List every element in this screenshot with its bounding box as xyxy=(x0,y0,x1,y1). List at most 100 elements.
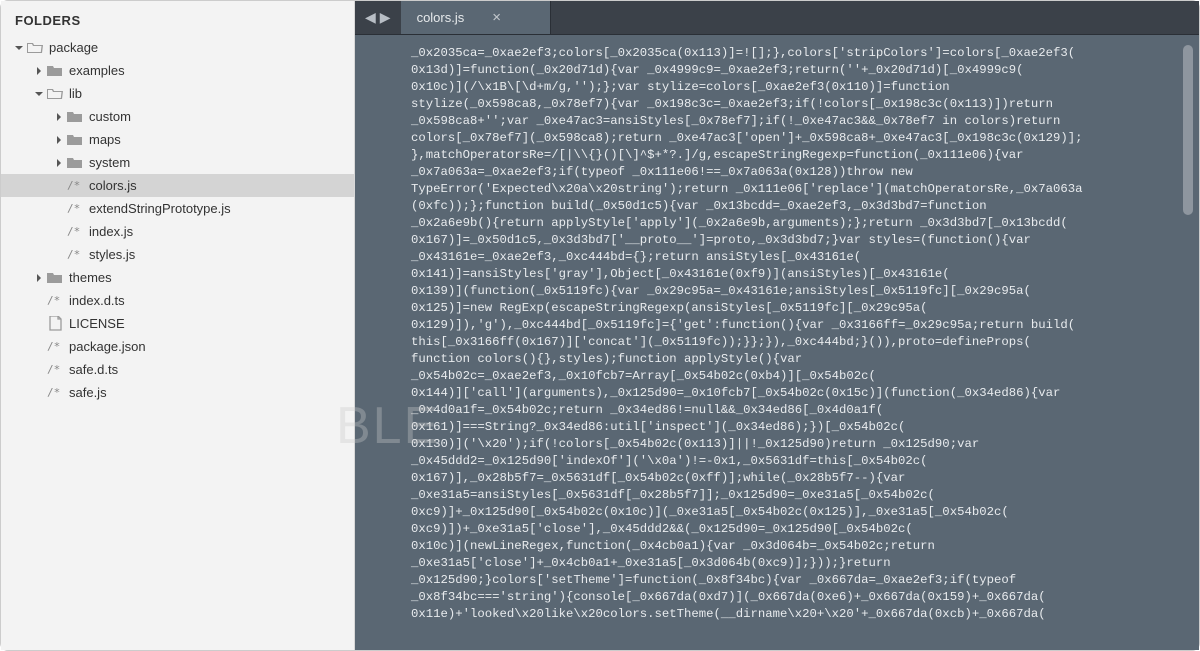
code-file-icon: /* xyxy=(47,294,65,307)
tree-item-index-d-ts[interactable]: /* index.d.ts xyxy=(1,289,354,312)
code-line: colors[_0x78ef7](_0x598ca8);return _0xe4… xyxy=(411,130,1199,147)
sidebar-header: FOLDERS xyxy=(1,1,354,36)
code-line: _0x7a063a=_0xae2ef3;if(typeof _0x111e06!… xyxy=(411,164,1199,181)
tree-item-system[interactable]: system xyxy=(1,151,354,174)
tree-item-themes[interactable]: themes xyxy=(1,266,354,289)
code-line: _0xe31a5['close']+_0x4cb0a1+_0xe31a5[_0x… xyxy=(411,555,1199,572)
code-line: 0x129)]),'g'),_0xc444bd[_0x5119fc]={'get… xyxy=(411,317,1199,334)
tab-colors-js[interactable]: colors.js × xyxy=(401,1,551,34)
folder-icon xyxy=(67,110,83,124)
code-line: 0xc9)])+_0xe31a5['close'],_0x45ddd2&&(_0… xyxy=(411,521,1199,538)
code-line: 0x11e)+'looked\x20like\x20colors.setThem… xyxy=(411,606,1199,623)
code-line: _0x125d90;}colors['setTheme']=function(_… xyxy=(411,572,1199,589)
code-file-icon: /* xyxy=(47,363,65,376)
tree-item-label: custom xyxy=(89,109,131,124)
tree-item-custom[interactable]: custom xyxy=(1,105,354,128)
tree-item-label: package.json xyxy=(69,339,146,354)
code-area[interactable]: _0x2035ca=_0xae2ef3;colors[_0x2035ca(0x1… xyxy=(355,35,1199,650)
code-line: _0x54b02c=_0xae2ef3,_0x10fcb7=Array[_0x5… xyxy=(411,368,1199,385)
tab-bar: ◀ ▶ colors.js × xyxy=(355,1,1199,35)
scrollbar-vertical[interactable] xyxy=(1183,45,1193,215)
code-line: 0x167)],_0x28b5f7=_0x5631df[_0x54b02c(0x… xyxy=(411,470,1199,487)
folder-icon xyxy=(47,271,63,285)
tab-title: colors.js xyxy=(417,10,465,25)
code-file-icon: /* xyxy=(47,386,65,399)
code-line: _0x8f34bc==='string'){console[_0x667da(0… xyxy=(411,589,1199,606)
tree-item-label: extendStringPrototype.js xyxy=(89,201,231,216)
tree-item-label: themes xyxy=(69,270,112,285)
code-file-icon: /* xyxy=(67,248,85,261)
code-line: 0x141)]=ansiStyles['gray'],Object[_0x431… xyxy=(411,266,1199,283)
code-line: _0x2035ca=_0xae2ef3;colors[_0x2035ca(0x1… xyxy=(411,45,1199,62)
editor-pane: ◀ ▶ colors.js × _0x2035ca=_0xae2ef3;colo… xyxy=(355,1,1199,650)
tree-item-label: lib xyxy=(69,86,82,101)
chevron-down-icon[interactable] xyxy=(13,42,25,54)
tree-item-label: system xyxy=(89,155,130,170)
code-line: 0x161)]===String?_0x34ed86:util['inspect… xyxy=(411,419,1199,436)
tree-item-label: LICENSE xyxy=(69,316,125,331)
chevron-right-icon[interactable] xyxy=(33,272,45,284)
code-line: TypeError('Expected\x20a\x20string');ret… xyxy=(411,181,1199,198)
chevron-right-icon[interactable] xyxy=(53,134,65,146)
code-line: 0x125)]=new RegExp(escapeStringRegexp(an… xyxy=(411,300,1199,317)
code-line: _0xe31a5=ansiStyles[_0x5631df[_0x28b5f7]… xyxy=(411,487,1199,504)
tree-item-package-json[interactable]: /* package.json xyxy=(1,335,354,358)
chevron-right-icon[interactable] xyxy=(53,157,65,169)
tree-item-label: index.js xyxy=(89,224,133,239)
tree-item-lib[interactable]: lib xyxy=(1,82,354,105)
tree-item-examples[interactable]: examples xyxy=(1,59,354,82)
chevron-right-icon[interactable] xyxy=(33,65,45,77)
code-line: _0x598ca8+'';var _0xe47ac3=ansiStyles[_0… xyxy=(411,113,1199,130)
code-line: _0x45ddd2=_0x125d90['indexOf']('\x0a')!=… xyxy=(411,453,1199,470)
tree-item-label: safe.d.ts xyxy=(69,362,118,377)
code-line: 0x139)](function(_0x5119fc){var _0x29c95… xyxy=(411,283,1199,300)
code-line: },matchOperatorsRe=/[|\\{}()[\]^$+*?.]/g… xyxy=(411,147,1199,164)
code-line: 0x10c)](/\x1B\[\d+m/g,'');};var stylize=… xyxy=(411,79,1199,96)
code-line: _0x4d0a1f=_0x54b02c;return _0x34ed86!=nu… xyxy=(411,402,1199,419)
tree-item-label: index.d.ts xyxy=(69,293,125,308)
tree-item-extendstringprototype-js[interactable]: /* extendStringPrototype.js xyxy=(1,197,354,220)
code-line: _0x43161e=_0xae2ef3,_0xc444bd={};return … xyxy=(411,249,1199,266)
code-line: stylize(_0x598ca8,_0x78ef7){var _0x198c3… xyxy=(411,96,1199,113)
tree-item-label: package xyxy=(49,40,98,55)
tree-item-styles-js[interactable]: /* styles.js xyxy=(1,243,354,266)
code-line: this[_0x3166ff(0x167)]['concat'](_0x5119… xyxy=(411,334,1199,351)
tree-item-safe-d-ts[interactable]: /* safe.d.ts xyxy=(1,358,354,381)
folder-icon xyxy=(47,64,63,78)
code-line: 0xc9)]+_0x125d90[_0x54b02c(0x10c)](_0xe3… xyxy=(411,504,1199,521)
tree-item-safe-js[interactable]: /* safe.js xyxy=(1,381,354,404)
chevron-right-icon[interactable] xyxy=(53,111,65,123)
tree-item-license[interactable]: LICENSE xyxy=(1,312,354,335)
code-file-icon: /* xyxy=(67,202,85,215)
code-line: 0x167)]=_0x50d1c5,_0x3d3bd7['__proto__']… xyxy=(411,232,1199,249)
code-line: 0x10c)](newLineRegex,function(_0x4cb0a1)… xyxy=(411,538,1199,555)
close-icon[interactable]: × xyxy=(492,9,501,26)
code-line: _0x2a6e9b(){return applyStyle['apply'](_… xyxy=(411,215,1199,232)
folder-open-icon xyxy=(27,41,43,55)
code-file-icon: /* xyxy=(47,340,65,353)
code-line: 0x144)]['call'](arguments),_0x125d90=_0x… xyxy=(411,385,1199,402)
folder-icon xyxy=(67,156,83,170)
tree-item-label: maps xyxy=(89,132,121,147)
code-line: function colors(){},styles);function app… xyxy=(411,351,1199,368)
code-line: 0x13d)]=function(_0x20d71d){var _0x4999c… xyxy=(411,62,1199,79)
code-line: (0xfc));};function build(_0x50d1c5){var … xyxy=(411,198,1199,215)
nav-right-icon[interactable]: ▶ xyxy=(380,9,391,26)
tree-item-package[interactable]: package xyxy=(1,36,354,59)
nav-left-icon[interactable]: ◀ xyxy=(365,9,376,26)
tree-item-maps[interactable]: maps xyxy=(1,128,354,151)
tree-item-label: safe.js xyxy=(69,385,107,400)
file-icon xyxy=(47,317,63,331)
chevron-down-icon[interactable] xyxy=(33,88,45,100)
code-line: 0x130)]('\x20');if(!colors[_0x54b02c(0x1… xyxy=(411,436,1199,453)
tab-nav-arrows[interactable]: ◀ ▶ xyxy=(355,1,401,34)
tree-item-colors-js[interactable]: /* colors.js xyxy=(1,174,354,197)
tree-item-label: colors.js xyxy=(89,178,137,193)
code-file-icon: /* xyxy=(67,225,85,238)
tree-item-index-js[interactable]: /* index.js xyxy=(1,220,354,243)
folder-open-icon xyxy=(47,87,63,101)
tree-item-label: styles.js xyxy=(89,247,135,262)
file-tree: package examples lib custom maps system /* colo… xyxy=(1,36,354,650)
tree-item-label: examples xyxy=(69,63,125,78)
code-file-icon: /* xyxy=(67,179,85,192)
